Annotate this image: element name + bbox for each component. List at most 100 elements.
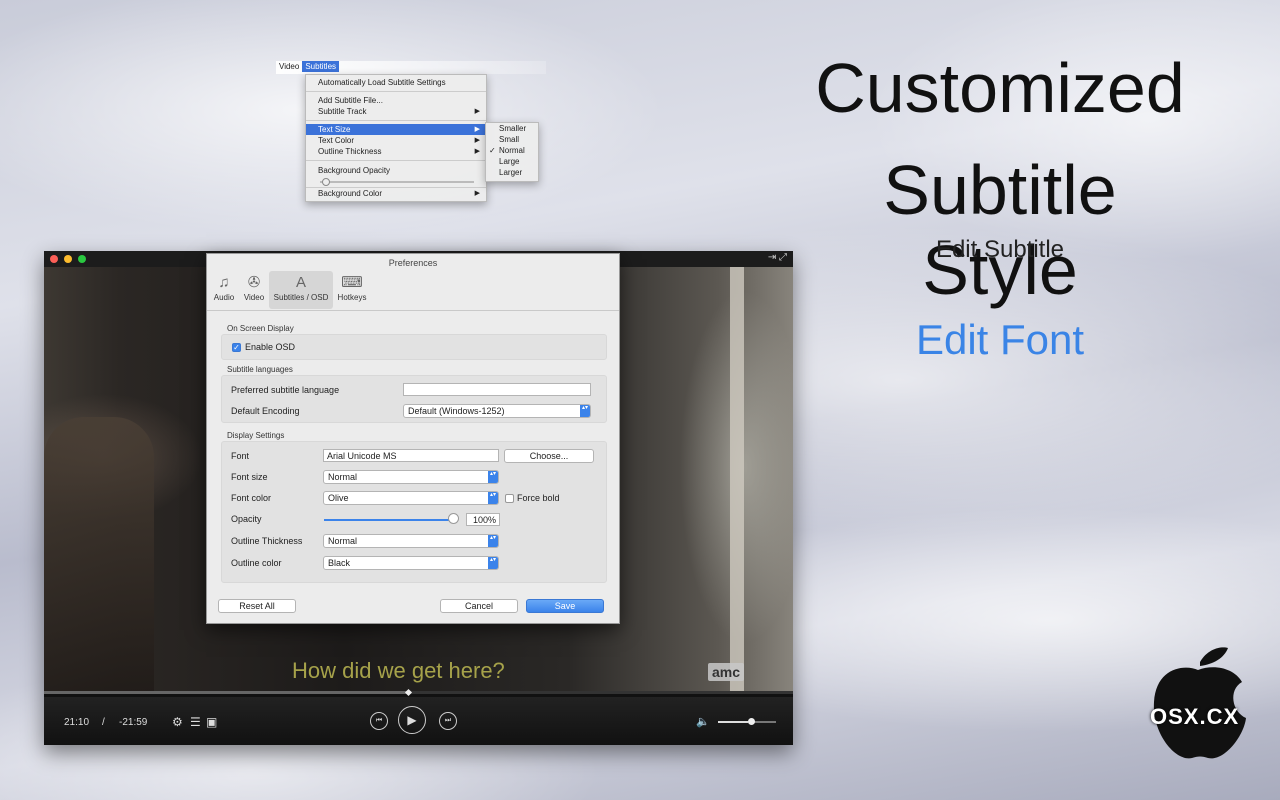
enable-osd-checkbox[interactable]: ✓ [232, 343, 241, 352]
font-size-select[interactable]: Normal ▴▾ [323, 470, 499, 484]
submenu-arrow-icon: ▶ [474, 126, 480, 133]
tab-subtitles-osd[interactable]: A Subtitles / OSD [269, 271, 333, 309]
opacity-label: Opacity [231, 514, 262, 524]
volume-slider[interactable] [718, 721, 776, 723]
preferred-language-label: Preferred subtitle language [231, 385, 340, 395]
fullscreen-icon[interactable]: ⤢ [779, 252, 787, 263]
checkmark-icon: ✓ [489, 146, 496, 155]
menu-item-add-subtitle-file[interactable]: Add Subtitle File... [306, 95, 486, 106]
time-separator: / [102, 717, 105, 728]
size-option-smaller[interactable]: Smaller [486, 123, 538, 134]
outline-thickness-label: Outline Thickness [231, 536, 303, 546]
headline-line-2: Subtitle Style [883, 151, 1117, 309]
menu-item-subtitle-track[interactable]: Subtitle Track ▶ [306, 106, 486, 117]
stepper-icon: ▴▾ [488, 535, 498, 547]
volume-knob[interactable] [748, 718, 755, 725]
enable-osd-label: Enable OSD [245, 342, 296, 352]
keyboard-icon: ⌨ [341, 274, 363, 291]
cancel-button[interactable]: Cancel [440, 599, 518, 613]
menu-item-background-opacity: Background Opacity [318, 166, 391, 175]
playlist-icon[interactable]: ☰ [190, 715, 201, 729]
subtitles-menu: Automatically Load Subtitle Settings Add… [305, 74, 487, 202]
choose-font-button[interactable]: Choose... [504, 449, 594, 463]
submenu-arrow-icon: ▶ [474, 137, 480, 144]
submenu-arrow-icon: ▶ [474, 108, 480, 115]
section-display: Display Settings [227, 431, 285, 440]
minimize-button[interactable] [64, 255, 72, 263]
font-color-select[interactable]: Olive ▴▾ [323, 491, 499, 505]
menu-item-text-color[interactable]: Text Color ▶ [306, 135, 486, 146]
remaining-time[interactable]: -21:59 [119, 717, 147, 728]
save-button[interactable]: Save [526, 599, 604, 613]
size-option-larger[interactable]: Larger [486, 167, 538, 178]
pin-icon[interactable]: ⇥ [768, 252, 776, 263]
snapshot-icon[interactable]: ▣ [206, 715, 217, 729]
video-scene-figure [44, 417, 154, 691]
next-icon[interactable]: ⏭ [439, 712, 457, 730]
section-osd: On Screen Display [227, 324, 294, 333]
reset-all-button[interactable]: Reset All [218, 599, 296, 613]
background-opacity-knob[interactable] [322, 178, 330, 186]
menu-item-background-color[interactable]: Background Color ▶ [306, 188, 486, 199]
section-languages: Subtitle languages [227, 365, 293, 374]
outline-thickness-select[interactable]: Normal ▴▾ [323, 534, 499, 548]
outline-color-label: Outline color [231, 558, 282, 568]
previous-icon[interactable]: ⏮ [370, 712, 388, 730]
force-bold-checkbox[interactable] [505, 494, 514, 503]
default-encoding-select[interactable]: Default (Windows-1252) ▴▾ [403, 404, 591, 418]
text-size-submenu: Smaller Small ✓ Normal Large Larger [485, 122, 539, 182]
player-controls: 21:10 / -21:59 ⚙ ☰ ▣ ⏮ ▶ ⏭ 🔈 [44, 697, 793, 745]
opacity-slider[interactable] [324, 519, 454, 521]
font-color-label: Font color [231, 493, 272, 503]
close-button[interactable] [50, 255, 58, 263]
tab-hotkeys[interactable]: ⌨ Hotkeys [335, 271, 369, 309]
tab-audio[interactable]: ♫ Audio [211, 271, 237, 309]
size-option-small[interactable]: Small [486, 134, 538, 145]
stepper-icon: ▴▾ [488, 492, 498, 504]
font-field[interactable]: Arial Unicode MS [323, 449, 499, 462]
channel-logo: amc [708, 663, 745, 681]
play-icon[interactable]: ▶ [398, 706, 426, 734]
zoom-button[interactable] [78, 255, 86, 263]
titlebar-icons: ⇥ ⤢ [768, 252, 787, 263]
audio-icon: ♫ [218, 274, 230, 291]
size-option-normal[interactable]: ✓ Normal [486, 145, 538, 156]
size-option-large[interactable]: Large [486, 156, 538, 167]
menu-subtitles[interactable]: Subtitles [302, 61, 340, 72]
preferences-toolbar: ♫ Audio ✇ Video A Subtitles / OSD ⌨ Hotkeys [207, 270, 619, 311]
headline-subtitle: Edit Subtitle [935, 236, 1065, 263]
background-opacity-slider[interactable] [320, 181, 474, 183]
menu-item-text-size[interactable]: Text Size ▶ [306, 124, 486, 135]
default-encoding-label: Default Encoding [231, 406, 300, 416]
menu-item-auto-load[interactable]: Automatically Load Subtitle Settings [306, 77, 486, 88]
menu-item-outline-thickness[interactable]: Outline Thickness ▶ [306, 146, 486, 157]
logo-text: OSX.CX [1150, 704, 1240, 729]
stepper-icon: ▴▾ [488, 471, 498, 483]
menu-separator [306, 91, 486, 92]
submenu-arrow-icon: ▶ [474, 190, 480, 197]
menu-separator [306, 120, 486, 121]
outline-color-select[interactable]: Black ▴▾ [323, 556, 499, 570]
tab-video[interactable]: ✇ Video [241, 271, 267, 309]
preferred-language-field[interactable] [403, 383, 591, 396]
submenu-arrow-icon: ▶ [474, 148, 480, 155]
text-icon: A [295, 274, 306, 291]
font-label: Font [231, 451, 250, 461]
preferences-dialog: Preferences ♫ Audio ✇ Video A Subtitles / O… [206, 253, 620, 624]
osx-cx-logo: OSX.CX [1148, 644, 1252, 764]
stepper-icon: ▴▾ [580, 405, 590, 417]
menu-separator [306, 160, 486, 161]
dialog-title: Preferences [388, 258, 438, 268]
elapsed-time: 21:10 [64, 717, 90, 728]
headline-feature: Edit Font [915, 316, 1085, 363]
volume-icon[interactable]: 🔈 [696, 715, 710, 728]
settings-icon[interactable]: ⚙ [172, 715, 183, 729]
menu-video[interactable]: Video [276, 61, 302, 72]
volume-level [718, 721, 749, 723]
seek-bar-progress [44, 691, 411, 694]
stepper-icon: ▴▾ [488, 557, 498, 569]
opacity-knob[interactable] [448, 513, 459, 524]
seek-bar[interactable] [44, 691, 793, 694]
opacity-field[interactable]: 100% [466, 513, 500, 526]
force-bold-label: Force bold [517, 493, 560, 503]
